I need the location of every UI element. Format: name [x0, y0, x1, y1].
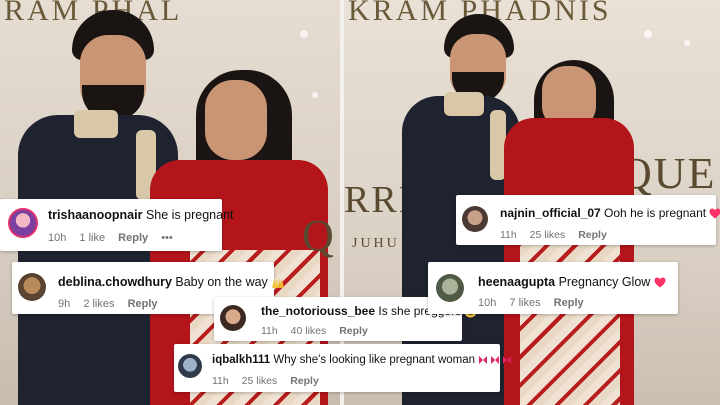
reply-button[interactable]: Reply	[339, 325, 368, 337]
comment-likes[interactable]: 7 likes	[509, 297, 540, 309]
comment-card: heenaagupta Pregnancy Glow 10h 7 likes R…	[428, 262, 678, 314]
avatar[interactable]	[436, 274, 464, 302]
avatar[interactable]	[8, 208, 38, 238]
raised-hands-icon	[272, 278, 285, 289]
comment-card: trishaanoopnair She is pregnant 10h 1 li…	[0, 199, 234, 251]
red-bow-icon	[479, 355, 512, 364]
backdrop-text: JUHU	[352, 236, 400, 251]
comment-text: Why she's looking like pregnant woman	[273, 354, 476, 366]
comment-likes[interactable]: 2 likes	[83, 298, 114, 310]
comment-time: 11h	[212, 375, 229, 387]
comment-likes[interactable]: 40 likes	[291, 325, 327, 337]
reply-button[interactable]: Reply	[290, 375, 319, 387]
woman-face	[205, 80, 267, 160]
comment-username[interactable]: deblina.chowdhury	[58, 275, 172, 289]
comment-card: the_notoriouss_bee Is she preggers 11h 4…	[214, 297, 477, 341]
reply-button[interactable]: Reply	[554, 297, 584, 309]
heart-icon	[654, 277, 666, 288]
comment-text: Ooh he is pregnant	[604, 206, 707, 220]
man-collar	[444, 92, 484, 116]
man-collar	[74, 110, 118, 138]
backdrop-light	[312, 92, 318, 98]
backdrop-light	[644, 30, 652, 38]
comment-username[interactable]: iqbalkh111	[212, 354, 270, 366]
backdrop-text: Q	[302, 211, 334, 260]
comment-text: Baby on the way	[175, 275, 268, 289]
comment-likes[interactable]: 1 like	[79, 232, 105, 244]
backdrop-light	[684, 40, 690, 46]
comment-likes[interactable]: 25 likes	[242, 375, 278, 387]
reply-button[interactable]: Reply	[118, 232, 148, 244]
comment-time: 11h	[261, 325, 278, 337]
comment-time: 10h	[478, 297, 497, 309]
comment-time: 11h	[500, 229, 517, 241]
more-options-button[interactable]: •••	[161, 232, 173, 244]
woman-lehenga	[520, 230, 620, 405]
reply-button[interactable]: Reply	[578, 229, 607, 241]
comment-card: iqbalkh111 Why she's looking like pregna…	[174, 344, 512, 392]
comment-time: 9h	[58, 298, 71, 310]
comment-text: She is pregnant	[145, 208, 234, 222]
comment-username[interactable]: the_notoriouss_bee	[261, 304, 375, 318]
backdrop-light	[300, 30, 308, 38]
comment-username[interactable]: trishaanoopnair	[48, 208, 142, 222]
comment-likes[interactable]: 25 likes	[530, 229, 566, 241]
avatar[interactable]	[462, 206, 488, 232]
heart-icon	[709, 208, 720, 219]
avatar[interactable]	[220, 305, 246, 331]
avatar[interactable]	[178, 354, 202, 378]
avatar[interactable]	[18, 273, 46, 301]
reply-button[interactable]: Reply	[128, 298, 158, 310]
comment-username[interactable]: najnin_official_07	[500, 206, 601, 220]
comment-text: Pregnancy Glow	[558, 275, 651, 289]
comment-card: najnin_official_07 Ooh he is pregnant 11…	[456, 195, 720, 245]
comment-username[interactable]: heenaagupta	[478, 275, 555, 289]
comment-time: 10h	[48, 232, 67, 244]
backdrop-text: QUE	[620, 149, 717, 198]
